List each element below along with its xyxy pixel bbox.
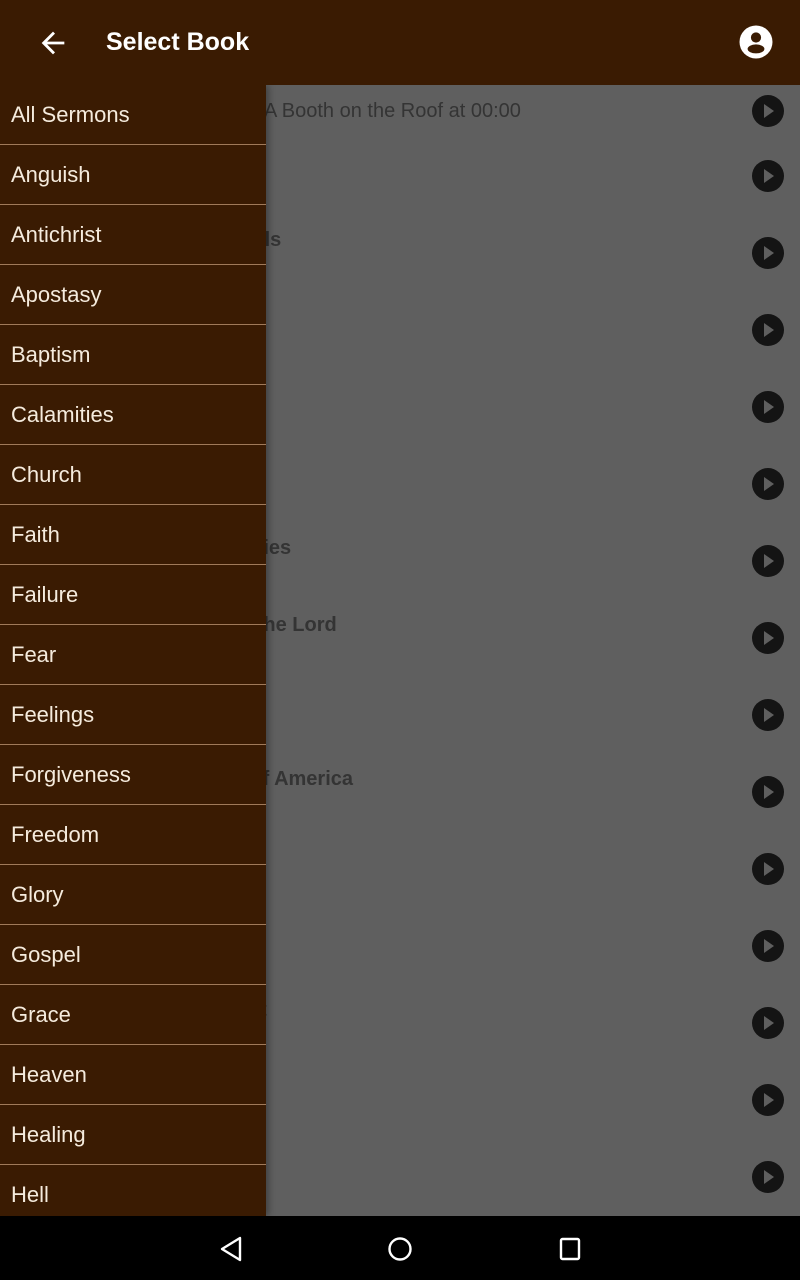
- drawer-item-freedom[interactable]: Freedom: [0, 805, 266, 865]
- drawer-item-healing[interactable]: Healing: [0, 1105, 266, 1165]
- drawer-item-gospel[interactable]: Gospel: [0, 925, 266, 985]
- play-circle-icon[interactable]: [752, 699, 784, 731]
- play-circle-icon[interactable]: [752, 468, 784, 500]
- nav-home-button[interactable]: [385, 1234, 415, 1264]
- drawer-item-apostasy[interactable]: Apostasy: [0, 265, 266, 325]
- nav-home-icon: [388, 1237, 412, 1261]
- account-circle-icon: [739, 25, 773, 59]
- arrow-back-icon: [41, 31, 65, 55]
- drawer-item-anguish[interactable]: Anguish: [0, 145, 266, 205]
- app-bar: Select Book: [0, 0, 800, 85]
- page-title: Select Book: [106, 28, 250, 56]
- play-circle-icon[interactable]: [752, 545, 784, 577]
- play-circle-icon[interactable]: [752, 622, 784, 654]
- drawer-item-forgiveness[interactable]: Forgiveness: [0, 745, 266, 805]
- play-circle-icon[interactable]: [752, 1007, 784, 1039]
- nav-recents-icon: [559, 1237, 581, 1261]
- back-button[interactable]: [36, 26, 70, 60]
- drawer-item-fear[interactable]: Fear: [0, 625, 266, 685]
- nav-recents-button[interactable]: [555, 1234, 585, 1264]
- drawer-item-all-sermons[interactable]: All Sermons: [0, 85, 266, 145]
- play-circle-icon[interactable]: [752, 314, 784, 346]
- drawer-item-baptism[interactable]: Baptism: [0, 325, 266, 385]
- drawer-item-antichrist[interactable]: Antichrist: [0, 205, 266, 265]
- drawer-item-heaven[interactable]: Heaven: [0, 1045, 266, 1105]
- drawer-item-faith[interactable]: Faith: [0, 505, 266, 565]
- play-circle-icon[interactable]: [752, 1161, 784, 1193]
- nav-back-icon: [220, 1236, 242, 1262]
- drawer-item-calamities[interactable]: Calamities: [0, 385, 266, 445]
- drawer-item-failure[interactable]: Failure: [0, 565, 266, 625]
- play-circle-icon[interactable]: [752, 237, 784, 269]
- play-circle-icon[interactable]: [752, 160, 784, 192]
- system-nav-bar: [0, 1216, 800, 1280]
- play-circle-icon[interactable]: [752, 1084, 784, 1116]
- drawer-item-feelings[interactable]: Feelings: [0, 685, 266, 745]
- drawer-item-church[interactable]: Church: [0, 445, 266, 505]
- drawer-item-grace[interactable]: Grace: [0, 985, 266, 1045]
- drawer-item-hell[interactable]: Hell: [0, 1165, 266, 1216]
- nav-back-button[interactable]: [216, 1234, 246, 1264]
- account-button[interactable]: [738, 24, 774, 60]
- drawer-item-glory[interactable]: Glory: [0, 865, 266, 925]
- play-circle-icon[interactable]: [752, 930, 784, 962]
- play-circle-icon[interactable]: [752, 776, 784, 808]
- navigation-drawer: All Sermons Anguish Antichrist Apostasy Bapt…: [0, 85, 266, 1216]
- play-circle-icon[interactable]: [752, 853, 784, 885]
- play-circle-icon[interactable]: [752, 391, 784, 423]
